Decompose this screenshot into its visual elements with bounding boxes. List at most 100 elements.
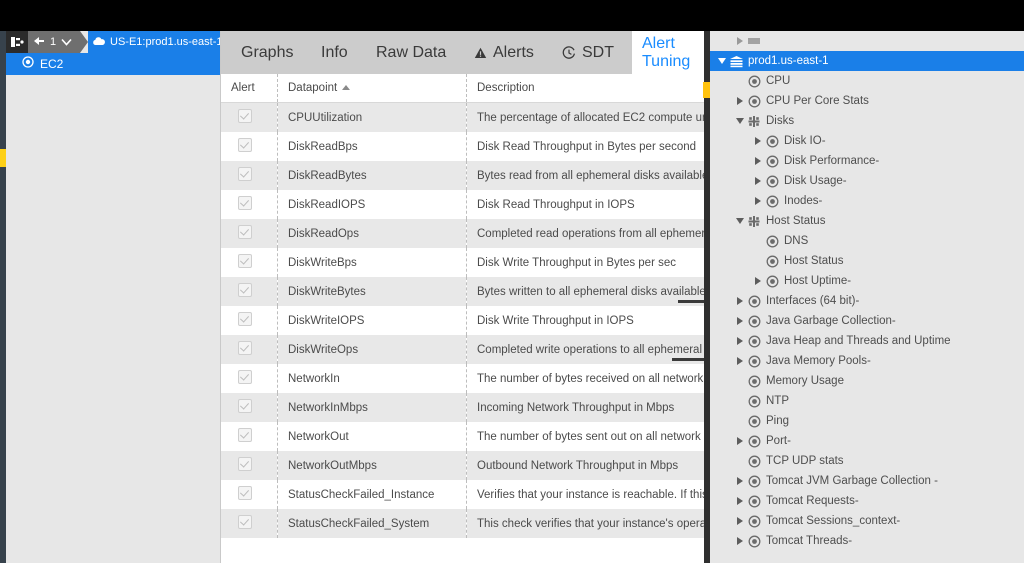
tree-item-node-0[interactable] <box>710 31 1024 51</box>
chevron-right-icon[interactable] <box>734 97 746 105</box>
table-row[interactable]: DiskReadOps Completed read operations fro… <box>221 219 710 248</box>
tree-item-disk-io[interactable]: Disk IO- <box>710 131 1024 151</box>
chevron-right-icon[interactable] <box>734 537 746 545</box>
table-row[interactable]: NetworkInMbps Incoming Network Throughput… <box>221 393 710 422</box>
tab-alerts[interactable]: Alerts <box>464 31 544 74</box>
breadcrumb-back-group[interactable]: 1 <box>28 31 80 53</box>
back-arrow-icon[interactable] <box>33 33 45 51</box>
tree-item-inodes[interactable]: Inodes- <box>710 191 1024 211</box>
table-row[interactable]: CPUUtilization The percentage of allocate… <box>221 102 710 132</box>
tree-item-prod1-us-east-1[interactable]: prod1.us-east-1 <box>710 51 1024 71</box>
chevron-right-icon[interactable] <box>752 157 764 165</box>
tree-item-ntp[interactable]: NTP <box>710 391 1024 411</box>
table-row[interactable]: DiskReadIOPS Disk Read Throughput in IOPS <box>221 190 710 219</box>
table-row[interactable]: DiskWriteIOPS Disk Write Throughput in IO… <box>221 306 710 335</box>
chevron-right-icon[interactable] <box>734 497 746 505</box>
breadcrumb-path-chip[interactable]: US-E1:prod1.us-east-1_i-12345 <box>88 31 220 53</box>
tree-item-label: Host Uptime- <box>784 275 852 287</box>
tree-item-interfaces-64-bit[interactable]: Interfaces (64 bit)- <box>710 291 1024 311</box>
column-header-description[interactable]: Description <box>466 74 710 103</box>
tab-raw-data[interactable]: Raw Data <box>366 31 456 74</box>
tree-item-java-memory-pools[interactable]: Java Memory Pools- <box>710 351 1024 371</box>
tree-item-java-heap-and-threads-and-uptime[interactable]: Java Heap and Threads and Uptime <box>710 331 1024 351</box>
tree-item-disks[interactable]: Disks <box>710 111 1024 131</box>
chevron-down-icon[interactable] <box>61 33 72 51</box>
tab-graphs[interactable]: Graphs <box>231 31 303 74</box>
table-row[interactable]: DiskWriteOps Completed write operations t… <box>221 335 710 364</box>
chevron-right-icon[interactable] <box>734 517 746 525</box>
chevron-right-icon[interactable] <box>734 437 746 445</box>
alert-checkbox[interactable] <box>238 312 252 326</box>
tree-item-tomcat-sessions-context[interactable]: Tomcat Sessions_context- <box>710 511 1024 531</box>
table-row[interactable]: StatusCheckFailed_Instance Verifies that … <box>221 480 710 509</box>
alert-checkbox[interactable] <box>238 399 252 413</box>
tab-info[interactable]: Info <box>311 31 358 74</box>
tree-item-cpu-per-core-stats[interactable]: CPU Per Core Stats <box>710 91 1024 111</box>
device-tree-button[interactable] <box>6 31 28 53</box>
tree-item-ping[interactable]: Ping <box>710 411 1024 431</box>
chevron-right-icon[interactable] <box>734 317 746 325</box>
tree-item-tomcat-threads[interactable]: Tomcat Threads- <box>710 531 1024 551</box>
tree-item-label: TCP UDP stats <box>766 455 844 467</box>
tree-item-host-uptime[interactable]: Host Uptime- <box>710 271 1024 291</box>
table-row[interactable]: DiskReadBps Disk Read Throughput in Bytes… <box>221 132 710 161</box>
tree-item-cpu[interactable]: CPU <box>710 71 1024 91</box>
tree-item-java-garbage-collection[interactable]: Java Garbage Collection- <box>710 311 1024 331</box>
table-row[interactable]: DiskWriteBytes Bytes written to all ephem… <box>221 277 710 306</box>
chevron-down-icon[interactable] <box>734 218 746 224</box>
chevron-right-icon[interactable] <box>752 197 764 205</box>
target-icon <box>746 475 762 488</box>
table-header-row: Alert Datapoint Description <box>221 74 710 103</box>
tree-item-tomcat-requests[interactable]: Tomcat Requests- <box>710 491 1024 511</box>
tree-item-tcp-udp-stats[interactable]: TCP UDP stats <box>710 451 1024 471</box>
table-row[interactable]: NetworkOut The number of bytes sent out o… <box>221 422 710 451</box>
column-header-datapoint[interactable]: Datapoint <box>277 74 467 103</box>
alert-checkbox[interactable] <box>238 167 252 181</box>
chevron-right-icon[interactable] <box>734 297 746 305</box>
chevron-right-icon[interactable] <box>734 477 746 485</box>
scrollbar-marker[interactable] <box>703 82 710 98</box>
alert-checkbox[interactable] <box>238 283 252 297</box>
tree-item-memory-usage[interactable]: Memory Usage <box>710 371 1024 391</box>
alert-checkbox[interactable] <box>238 457 252 471</box>
chevron-down-icon[interactable] <box>716 58 728 64</box>
alert-checkbox[interactable] <box>238 486 252 500</box>
alert-checkbox[interactable] <box>238 109 252 123</box>
chevron-down-icon[interactable] <box>734 118 746 124</box>
tree-item-host-status[interactable]: Host Status <box>710 251 1024 271</box>
alert-checkbox[interactable] <box>238 254 252 268</box>
tree-item-tomcat-jvm-garbage-collection[interactable]: Tomcat JVM Garbage Collection - <box>710 471 1024 491</box>
chevron-right-icon[interactable] <box>734 357 746 365</box>
alert-checkbox[interactable] <box>238 428 252 442</box>
chevron-right-icon[interactable] <box>752 177 764 185</box>
top-chrome-bar <box>0 0 1024 31</box>
alert-checkbox[interactable] <box>238 370 252 384</box>
tree-item-host-status[interactable]: Host Status <box>710 211 1024 231</box>
sidebar-item-ec2[interactable]: EC2 <box>6 53 220 75</box>
alert-checkbox[interactable] <box>238 138 252 152</box>
table-row[interactable]: StatusCheckFailed_System This check verif… <box>221 509 710 538</box>
column-header-alert[interactable]: Alert <box>221 74 278 103</box>
tree-item-disk-performance[interactable]: Disk Performance- <box>710 151 1024 171</box>
chevron-right-icon[interactable] <box>752 277 764 285</box>
table-row[interactable]: NetworkIn The number of bytes received on… <box>221 364 710 393</box>
tree-item-dns[interactable]: DNS <box>710 231 1024 251</box>
tab-alert-tuning[interactable]: Alert Tuning <box>632 31 710 74</box>
alert-checkbox[interactable] <box>238 515 252 529</box>
cloud-icon <box>92 33 106 51</box>
chevron-right-icon[interactable] <box>734 37 746 45</box>
table-row[interactable]: NetworkOutMbps Outbound Network Throughpu… <box>221 451 710 480</box>
target-icon <box>746 515 762 528</box>
tree-item-disk-usage[interactable]: Disk Usage- <box>710 171 1024 191</box>
table-row[interactable]: DiskWriteBps Disk Write Throughput in Byt… <box>221 248 710 277</box>
chevron-right-icon[interactable] <box>734 337 746 345</box>
tree-item-port[interactable]: Port- <box>710 431 1024 451</box>
alert-checkbox[interactable] <box>238 341 252 355</box>
row-overflow-bar-diskwriteops <box>672 358 704 361</box>
chevron-right-icon[interactable] <box>752 137 764 145</box>
tab-sdt[interactable]: SDT <box>552 31 624 74</box>
tree-item-label: Host Status <box>784 255 844 267</box>
alert-checkbox[interactable] <box>238 196 252 210</box>
table-row[interactable]: DiskReadBytes Bytes read from all ephemer… <box>221 161 710 190</box>
alert-checkbox[interactable] <box>238 225 252 239</box>
